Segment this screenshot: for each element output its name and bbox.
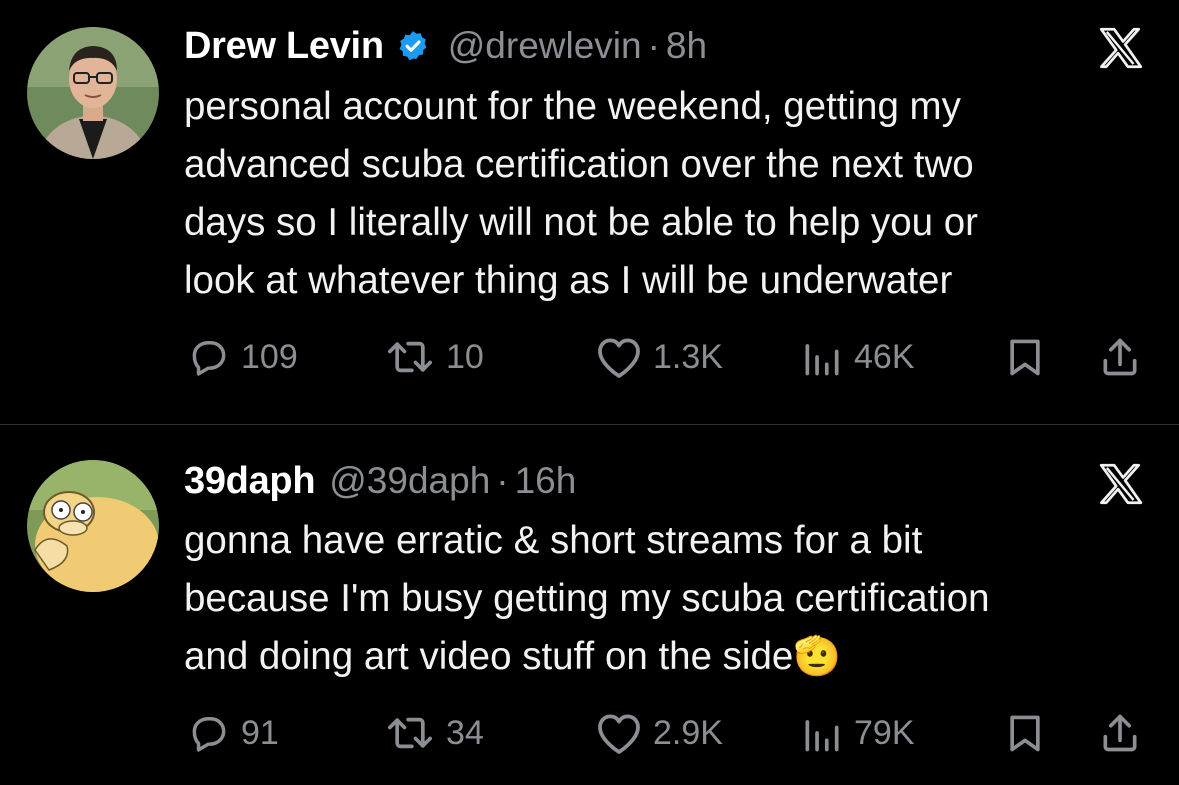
action-bar: 91 34 2.9K 79K <box>0 708 1179 758</box>
timestamp[interactable]: 16h <box>515 460 577 502</box>
like-button[interactable]: 2.9K <box>595 708 723 758</box>
avatar[interactable] <box>27 27 159 159</box>
views-count: 79K <box>854 713 915 752</box>
tweet-text: gonna have erratic & short streams for a… <box>184 512 1164 686</box>
verified-badge-icon <box>396 29 430 63</box>
tweet-text-line: gonna have erratic & short streams for a… <box>184 519 923 562</box>
tweet-text-line: days so I literally will not be able to … <box>184 201 978 244</box>
bookmark-icon <box>1010 715 1040 752</box>
x-logo-icon <box>1096 24 1146 74</box>
tweet-header: Drew Levin @drewlevin · 8h <box>184 24 707 68</box>
display-name[interactable]: Drew Levin <box>184 25 384 68</box>
saluting-face-emoji: 🫡 <box>793 635 842 678</box>
retweet-button[interactable]: 10 <box>384 332 484 382</box>
like-count: 2.9K <box>653 713 723 752</box>
tweet-text-segment: and doing art video stuff on the side <box>184 635 794 678</box>
tweet-text-line: personal account for the weekend, gettin… <box>184 85 961 128</box>
tweet-text-line: advanced scuba certification over the ne… <box>184 143 974 186</box>
retweet-button[interactable]: 34 <box>384 708 484 758</box>
retweet-icon <box>388 341 432 373</box>
bookmark-icon <box>1010 339 1040 376</box>
tweet-text-line: because I'm busy getting my scuba certif… <box>184 577 990 620</box>
like-icon <box>598 714 640 754</box>
x-logo-icon <box>1096 460 1146 510</box>
reply-button[interactable]: 109 <box>187 332 298 382</box>
handle[interactable]: @drewlevin <box>448 25 642 67</box>
bookmark-button[interactable] <box>1003 332 1047 382</box>
reply-button[interactable]: 91 <box>187 708 279 758</box>
views-count: 46K <box>854 337 915 376</box>
tweet-text-line: look at whatever thing as I will be unde… <box>184 259 953 302</box>
retweet-icon <box>388 717 432 749</box>
views-button[interactable]: 79K <box>800 708 915 758</box>
separator: · <box>647 25 660 66</box>
tweet-39daph[interactable]: 39daph @39daph · 16h gonna have erratic … <box>0 425 1179 785</box>
action-bar: 109 10 1.3K 46K <box>0 332 1179 382</box>
tweet-text-line: and doing art video stuff on the side🫡 <box>184 628 1164 686</box>
timestamp[interactable]: 8h <box>666 25 707 67</box>
like-count: 1.3K <box>653 337 723 376</box>
views-icon <box>805 720 839 752</box>
like-icon <box>598 338 640 378</box>
tweet-header: 39daph @39daph · 16h <box>184 459 576 503</box>
tweet-drew-levin[interactable]: Drew Levin @drewlevin · 8h personal acco… <box>0 0 1179 424</box>
views-button[interactable]: 46K <box>800 332 915 382</box>
bookmark-button[interactable] <box>1003 708 1047 758</box>
separator: · <box>496 460 509 501</box>
share-button[interactable] <box>1098 708 1142 758</box>
reply-icon <box>192 716 226 752</box>
retweet-count: 34 <box>446 713 484 752</box>
handle[interactable]: @39daph <box>329 460 490 502</box>
avatar[interactable] <box>27 460 159 592</box>
share-icon <box>1103 338 1137 376</box>
tweet-text: personal account for the weekend, gettin… <box>184 78 1164 310</box>
display-name[interactable]: 39daph <box>184 460 316 503</box>
reply-count: 91 <box>241 713 279 752</box>
retweet-count: 10 <box>446 337 484 376</box>
reply-icon <box>192 340 226 376</box>
share-icon <box>1103 714 1137 752</box>
reply-count: 109 <box>241 337 298 376</box>
like-button[interactable]: 1.3K <box>595 332 723 382</box>
share-button[interactable] <box>1098 332 1142 382</box>
views-icon <box>805 344 839 376</box>
